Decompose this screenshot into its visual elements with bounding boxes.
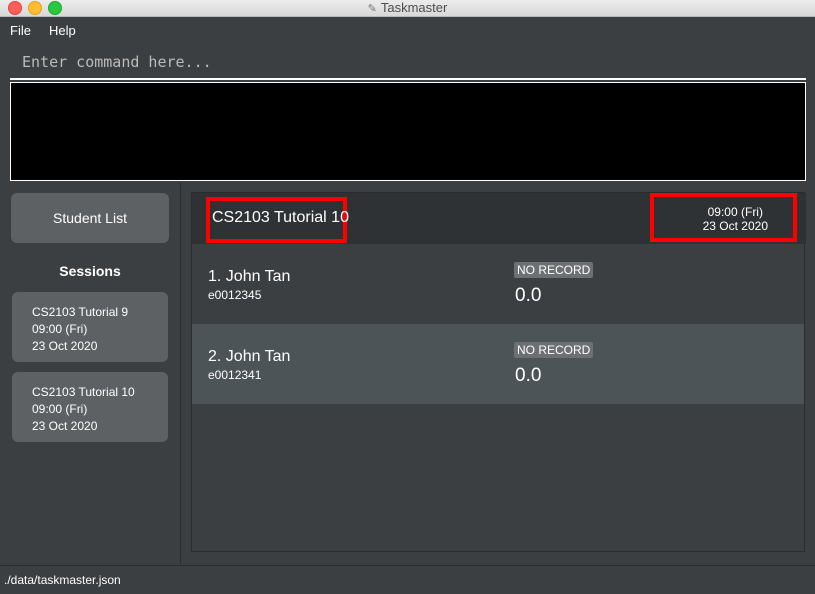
attendance-status-badge: NO RECORD xyxy=(514,342,594,358)
session-header: CS2103 Tutorial 10 09:00 (Fri) 23 Oct 20… xyxy=(192,193,806,244)
participation-score: 0.0 xyxy=(515,285,542,306)
session-card-time: 09:00 (Fri) xyxy=(32,322,88,336)
student-record-row[interactable]: 1. John Tan e0012345 NO RECORD 0.0 xyxy=(192,244,804,324)
student-id: e0012341 xyxy=(208,368,262,382)
window-title-text: Taskmaster xyxy=(380,0,448,15)
session-card-name: CS2103 Tutorial 10 xyxy=(32,385,135,399)
session-card-date: 23 Oct 2020 xyxy=(32,339,98,353)
command-input[interactable] xyxy=(10,46,808,78)
window-title: ✎ Taskmaster xyxy=(0,0,815,16)
session-card[interactable]: CS2103 Tutorial 10 09:00 (Fri) 23 Oct 20… xyxy=(12,372,168,442)
student-list-button[interactable]: Student List xyxy=(11,193,169,243)
session-card[interactable]: CS2103 Tutorial 9 09:00 (Fri) 23 Oct 202… xyxy=(12,292,168,362)
app-icon: ✎ xyxy=(367,3,377,15)
session-datetime: 09:00 (Fri) 23 Oct 2020 xyxy=(703,205,768,233)
menu-help[interactable]: Help xyxy=(49,23,76,38)
save-location-path: ./data/taskmaster.json xyxy=(4,573,121,587)
left-panel: Student List Sessions CS2103 Tutorial 9 … xyxy=(0,183,181,564)
session-time: 09:00 (Fri) xyxy=(707,205,763,219)
sessions-title: Sessions xyxy=(59,263,121,279)
session-card-date: 23 Oct 2020 xyxy=(32,419,98,433)
status-bar: ./data/taskmaster.json xyxy=(0,565,815,594)
student-record-row[interactable]: 2. John Tan e0012341 NO RECORD 0.0 xyxy=(192,324,804,404)
student-name: 2. John Tan xyxy=(208,348,291,365)
title-bar: ✎ Taskmaster xyxy=(0,0,815,17)
menu-file[interactable]: File xyxy=(10,23,31,38)
session-panel: CS2103 Tutorial 10 09:00 (Fri) 23 Oct 20… xyxy=(191,192,806,552)
attendance-status-badge: NO RECORD xyxy=(514,262,594,278)
command-box xyxy=(10,46,808,80)
session-date: 23 Oct 2020 xyxy=(702,219,768,233)
student-name: 1. John Tan xyxy=(208,268,291,285)
session-card-name: CS2103 Tutorial 9 xyxy=(32,305,129,319)
student-id: e0012345 xyxy=(208,288,262,302)
session-name: CS2103 Tutorial 10 xyxy=(212,209,349,226)
participation-score: 0.0 xyxy=(515,365,542,386)
result-display[interactable] xyxy=(10,82,806,181)
menu-bar: File Help xyxy=(0,17,815,45)
session-card-time: 09:00 (Fri) xyxy=(32,402,88,416)
